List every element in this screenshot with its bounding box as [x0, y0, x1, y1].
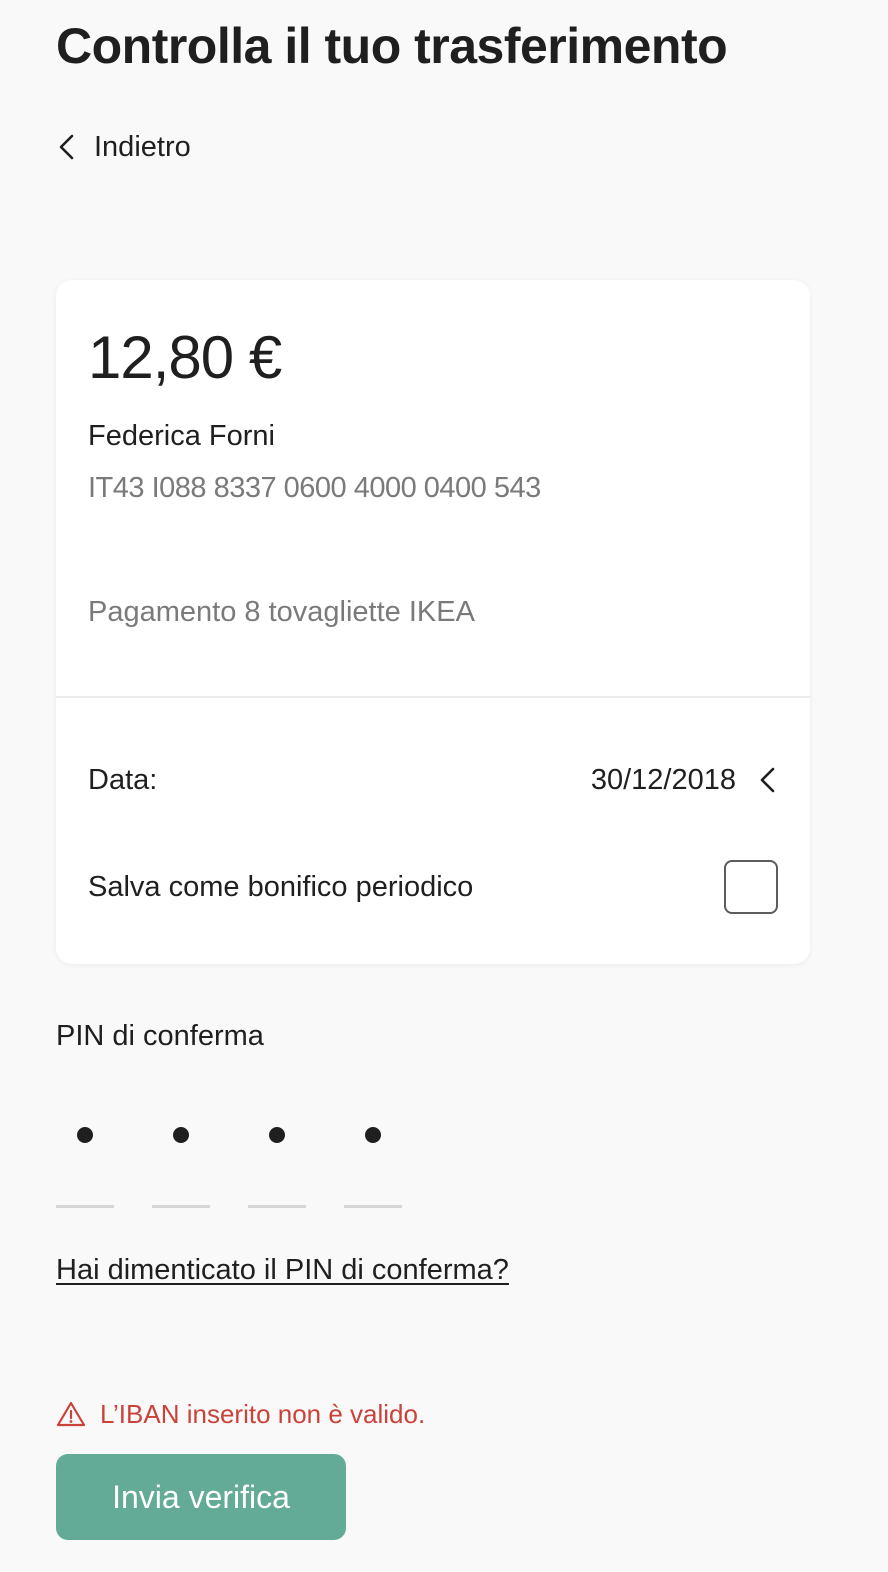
periodic-transfer-label: Salva come bonifico periodico [88, 870, 474, 903]
date-label: Data: [88, 763, 158, 796]
transfer-summary-card: 12,80 € Federica Forni IT43 I088 8337 06… [56, 280, 810, 964]
pin-digit-field[interactable] [248, 1108, 306, 1208]
back-link[interactable]: Indietro [56, 126, 191, 168]
error-message: L’IBAN inserito non è valido. [56, 1394, 425, 1434]
periodic-transfer-row: Salva come bonifico periodico [88, 860, 778, 914]
submit-verification-button[interactable]: Invia verifica [56, 1454, 346, 1540]
pin-underline [56, 1205, 114, 1208]
periodic-transfer-checkbox[interactable] [724, 860, 778, 914]
pin-underline [248, 1205, 306, 1208]
pin-dot [173, 1127, 189, 1143]
card-divider [56, 696, 810, 698]
date-row: Data: 30/12/2018 [88, 758, 778, 802]
pin-underline [344, 1205, 402, 1208]
page-title: Controlla il tuo trasferimento [56, 18, 728, 74]
chevron-left-icon [59, 134, 74, 160]
back-link-label: Indietro [94, 130, 191, 163]
pin-input [56, 1108, 402, 1208]
transfer-description: Pagamento 8 tovagliette IKEA [88, 596, 475, 628]
pin-dot [365, 1127, 381, 1143]
pin-digit-field[interactable] [152, 1108, 210, 1208]
warning-icon [56, 1401, 86, 1427]
forgot-pin-link[interactable]: Hai dimenticato il PIN di conferma? [56, 1250, 509, 1290]
transfer-amount: 12,80 € [88, 324, 282, 391]
pin-label: PIN di conferma [56, 1020, 264, 1052]
chevron-left-icon [760, 767, 775, 793]
pin-digit-field[interactable] [344, 1108, 402, 1208]
pin-digit-field[interactable] [56, 1108, 114, 1208]
pin-dot [77, 1127, 93, 1143]
page: Controlla il tuo trasferimento Indietro … [0, 0, 888, 1572]
beneficiary-iban: IT43 I088 8337 0600 4000 0400 543 [88, 472, 541, 504]
date-value: 30/12/2018 [590, 763, 736, 796]
beneficiary-name: Federica Forni [88, 420, 275, 452]
error-text: L’IBAN inserito non è valido. [100, 1398, 426, 1429]
date-selector[interactable]: 30/12/2018 [591, 764, 778, 797]
pin-dot [269, 1127, 285, 1143]
pin-underline [152, 1205, 210, 1208]
